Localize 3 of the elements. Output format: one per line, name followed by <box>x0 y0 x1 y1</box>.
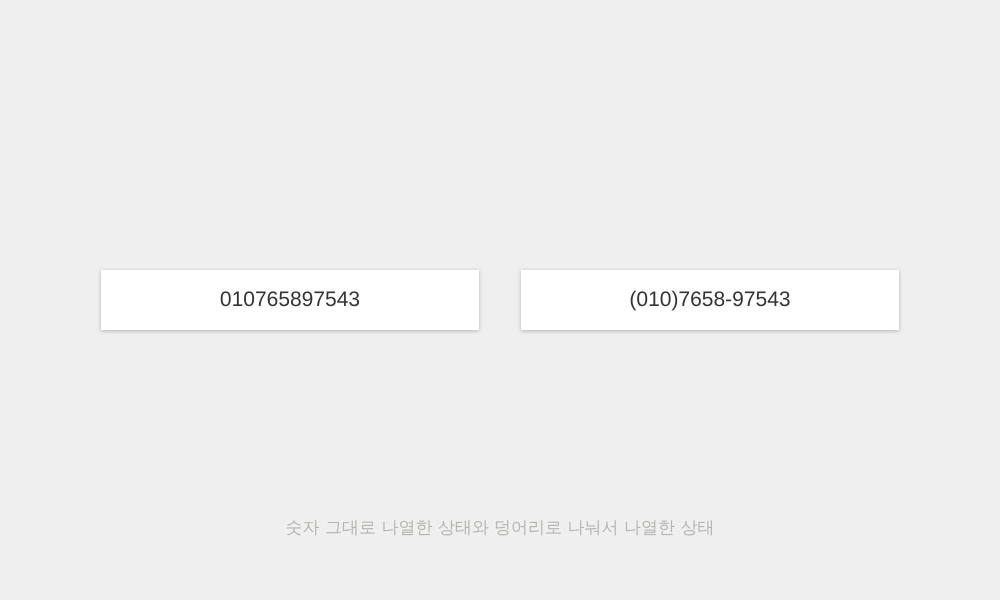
phone-number-card: (010)7658-97543 <box>521 270 899 330</box>
caption-text: 숫자 그대로 나열한 상태와 덩어리로 나눠서 나열한 상태 <box>286 517 714 539</box>
phone-number-card: 010765897543 <box>101 270 479 330</box>
